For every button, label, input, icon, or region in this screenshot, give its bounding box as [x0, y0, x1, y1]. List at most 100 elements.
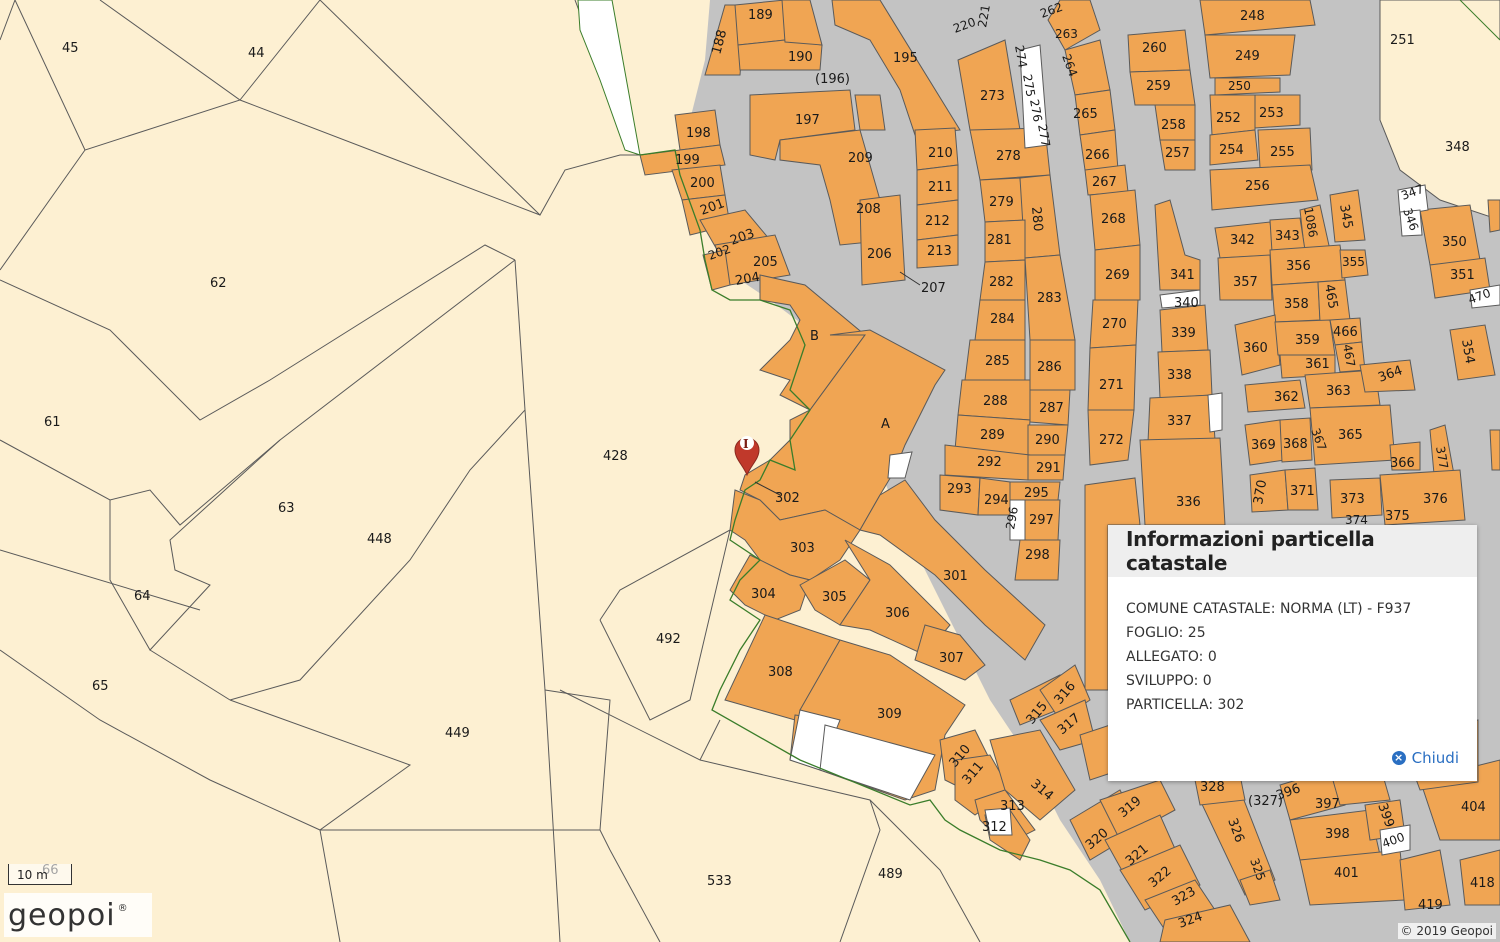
building-label-205: 205 [753, 255, 778, 270]
geopoi-logo: geopoi ® [4, 893, 152, 937]
building-label-343: 343 [1275, 229, 1300, 244]
building-label-306: 306 [885, 606, 910, 621]
building-label-363: 363 [1326, 384, 1351, 399]
building-label-361: 361 [1305, 357, 1330, 372]
parcel-label-63: 63 [278, 501, 295, 516]
close-button[interactable]: × Chiudi [1391, 749, 1459, 767]
parcel-label-449: 449 [445, 726, 470, 741]
building-label-365: 365 [1338, 428, 1363, 443]
cadastral-map[interactable]: 45 44 62 61 63 64 65 66 448 449 428 492 … [0, 0, 1500, 942]
building-label-288: 288 [983, 394, 1008, 409]
building-label-328: 328 [1200, 780, 1225, 795]
parcel-label-448: 448 [367, 532, 392, 547]
building-label-189: 189 [748, 8, 773, 23]
building-label-253: 253 [1259, 106, 1284, 121]
building-label-255: 255 [1270, 145, 1295, 160]
building-label-269: 269 [1105, 268, 1130, 283]
building-label-B: B [810, 329, 819, 344]
building-label-286: 286 [1037, 360, 1062, 375]
copyright-notice: © 2019 Geopoi [1397, 923, 1496, 939]
popup-row-particella: PARTICELLA: 302 [1126, 697, 1245, 713]
building-label-358: 358 [1284, 297, 1309, 312]
building-label-305: 305 [822, 590, 847, 605]
building-label-284: 284 [990, 312, 1015, 327]
parcel-label-251: 251 [1390, 33, 1415, 48]
parcel-label-44: 44 [248, 46, 265, 61]
building-label-271: 271 [1099, 378, 1124, 393]
building-label-375: 375 [1385, 509, 1410, 524]
building-label-359: 359 [1295, 333, 1320, 348]
building-label-342: 342 [1230, 233, 1255, 248]
parcel-label-533: 533 [707, 874, 732, 889]
building-label-298: 298 [1025, 548, 1050, 563]
building-label-256: 256 [1245, 179, 1270, 194]
building-label-196: (196) [815, 72, 850, 87]
building-label-418: 418 [1470, 876, 1495, 891]
building-label-209: 209 [848, 151, 873, 166]
parcel-label-65: 65 [92, 679, 109, 694]
parcel-label-492: 492 [656, 632, 681, 647]
building-label-313: 313 [1000, 799, 1025, 814]
close-circle-icon[interactable]: × [1391, 751, 1406, 765]
logo-registered-mark: ® [117, 902, 128, 914]
building-label-260: 260 [1142, 41, 1167, 56]
building-label-281: 281 [987, 233, 1012, 248]
building-label-195: 195 [893, 51, 918, 66]
building-label-279: 279 [989, 195, 1014, 210]
parcel-label-45: 45 [62, 41, 79, 56]
building-label-366: 366 [1390, 456, 1415, 471]
building-label-398: 398 [1325, 827, 1350, 842]
building-label-280: 280 [1028, 206, 1045, 232]
logo-text: geopoi [8, 897, 116, 933]
building-label-211: 211 [928, 180, 953, 195]
building-label-197: 197 [795, 113, 820, 128]
building-label-371: 371 [1290, 484, 1315, 499]
building-label-373: 373 [1340, 492, 1365, 507]
building-label-368: 368 [1283, 437, 1308, 452]
popup-row-comune: COMUNE CATASTALE: NORMA (LT) - F937 [1126, 601, 1412, 617]
building-label-289: 289 [980, 428, 1005, 443]
building-label-339: 339 [1171, 326, 1196, 341]
building-label-294: 294 [984, 493, 1009, 508]
building-label-190: 190 [788, 50, 813, 65]
popup-title: Informazioni particella catastale [1126, 527, 1375, 575]
building-label-270: 270 [1102, 317, 1127, 332]
building-label-340: 340 [1174, 296, 1199, 311]
building-label-351: 351 [1450, 268, 1475, 283]
building-label-297: 297 [1029, 513, 1054, 528]
building-label-278: 278 [996, 149, 1021, 164]
building-label-303: 303 [790, 541, 815, 556]
building-label-397: 397 [1315, 797, 1340, 812]
building-label-466: 466 [1333, 325, 1358, 340]
parcel-label-62: 62 [210, 276, 227, 291]
building-label-263: 263 [1055, 27, 1078, 41]
building-label-A: A [881, 417, 890, 432]
building-label-250: 250 [1228, 79, 1251, 93]
building-label-273: 273 [980, 89, 1005, 104]
popup-body: COMUNE CATASTALE: NORMA (LT) - F937 FOGL… [1108, 577, 1477, 717]
building-label-248: 248 [1240, 9, 1265, 24]
building-label-357: 357 [1233, 275, 1258, 290]
parcel-label-489: 489 [878, 867, 903, 882]
building-label-376: 376 [1423, 492, 1448, 507]
building-label-198: 198 [686, 126, 711, 141]
building-label-341: 341 [1170, 268, 1195, 283]
building-label-350: 350 [1442, 235, 1467, 250]
building-label-404: 404 [1461, 800, 1486, 815]
building-label-258: 258 [1161, 118, 1186, 133]
building-label-267: 267 [1092, 175, 1117, 190]
close-label[interactable]: Chiudi [1412, 749, 1459, 767]
building-label-257: 257 [1165, 146, 1190, 161]
parcel-label-428: 428 [603, 449, 628, 464]
building-label-249: 249 [1235, 49, 1260, 64]
building-label-401: 401 [1334, 866, 1359, 881]
building-label-419: 419 [1418, 898, 1443, 913]
building-label-302: 302 [775, 491, 800, 506]
building-label-292: 292 [977, 455, 1002, 470]
scale-label: 10 m [17, 868, 48, 882]
building-label-362: 362 [1274, 390, 1299, 405]
building-label-268: 268 [1101, 212, 1126, 227]
building-label-309: 309 [877, 707, 902, 722]
popup-row-sviluppo: SVILUPPO: 0 [1126, 673, 1212, 689]
parcel-label-61: 61 [44, 415, 61, 430]
